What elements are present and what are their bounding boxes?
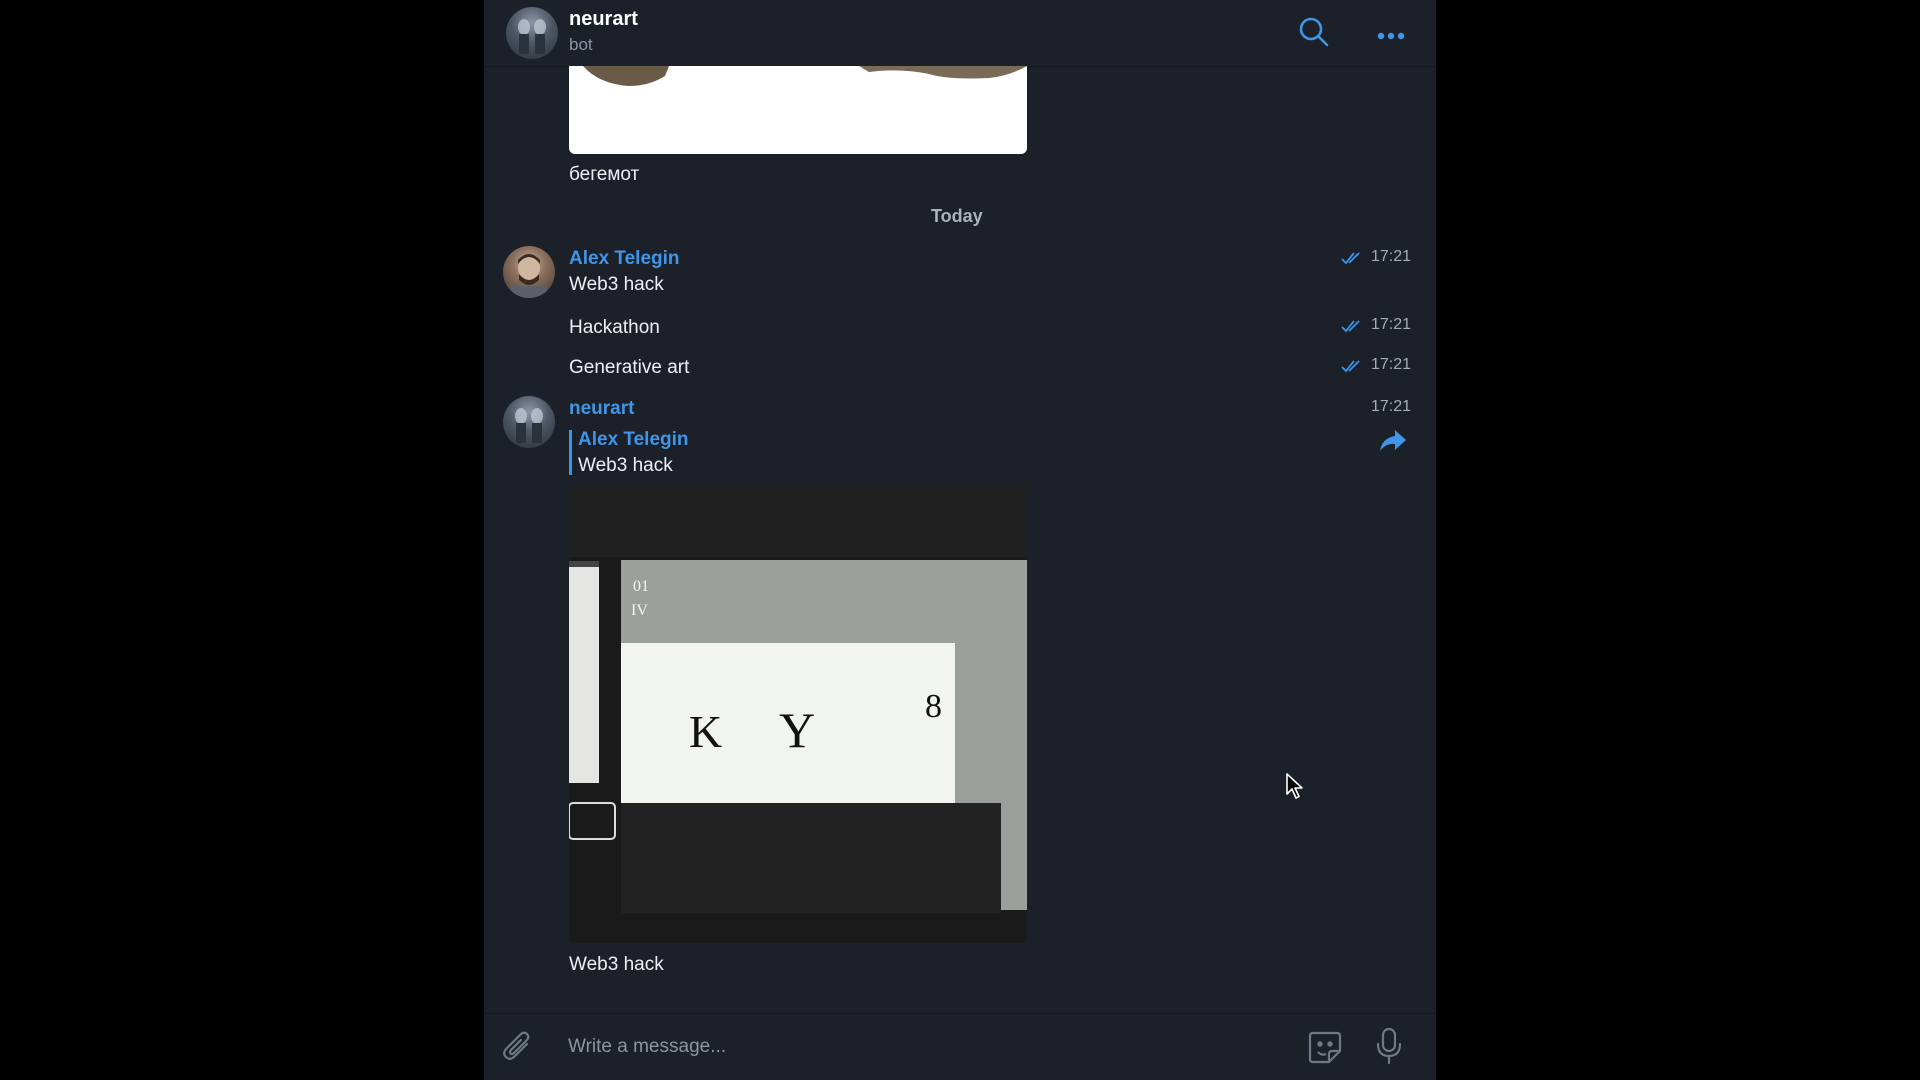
chat-header: neurart bot — [484, 0, 1436, 67]
attach-icon[interactable] — [502, 1030, 534, 1069]
bot-avatar[interactable] — [503, 396, 555, 448]
message-time: 17:21 — [1371, 356, 1412, 373]
previous-image[interactable] — [569, 66, 1027, 154]
read-checks-icon — [1341, 320, 1360, 333]
message-time: 17:21 — [1371, 316, 1412, 333]
chat-subtitle: bot — [569, 35, 593, 54]
user-avatar[interactable] — [503, 246, 555, 298]
search-icon[interactable] — [1298, 16, 1330, 53]
svg-text:IV: IV — [631, 602, 648, 619]
image-caption: Web3 hack — [569, 954, 664, 975]
microphone-icon[interactable] — [1376, 1027, 1402, 1070]
mouse-cursor-icon — [1285, 772, 1305, 805]
chat-title[interactable]: neurart — [569, 8, 638, 31]
previous-caption: бегемот — [569, 164, 640, 185]
date-separator: Today — [931, 206, 983, 226]
read-checks-icon — [1341, 360, 1360, 373]
message-input[interactable] — [568, 1032, 1208, 1062]
svg-text:Y: Y — [779, 702, 815, 758]
svg-text:K: K — [689, 706, 722, 757]
sender-name[interactable]: Alex Telegin — [569, 248, 680, 270]
sender-name[interactable]: neurart — [569, 398, 634, 420]
generated-image[interactable]: 01 IV K Y 8 — [569, 485, 1027, 943]
reply-text: Web3 hack — [578, 455, 673, 476]
svg-text:01: 01 — [633, 578, 649, 595]
bot-avatar[interactable] — [506, 7, 558, 59]
message-time: 17:21 — [1371, 248, 1412, 265]
message-time: 17:21 — [1371, 398, 1412, 415]
chat-window: neurart bot бегемот Today Alex Telegin W… — [484, 0, 1436, 1080]
read-checks-icon — [1341, 252, 1360, 265]
sticker-icon[interactable] — [1307, 1029, 1343, 1070]
forward-icon[interactable] — [1380, 430, 1406, 457]
reply-sender[interactable]: Alex Telegin — [578, 429, 689, 451]
message-composer — [484, 1013, 1436, 1080]
message-text: Generative art — [569, 357, 690, 378]
message-text: Hackathon — [569, 317, 660, 338]
message-text: Web3 hack — [569, 274, 664, 295]
reply-quote-bar — [569, 430, 572, 475]
more-icon[interactable] — [1377, 27, 1405, 45]
svg-text:8: 8 — [925, 688, 942, 725]
